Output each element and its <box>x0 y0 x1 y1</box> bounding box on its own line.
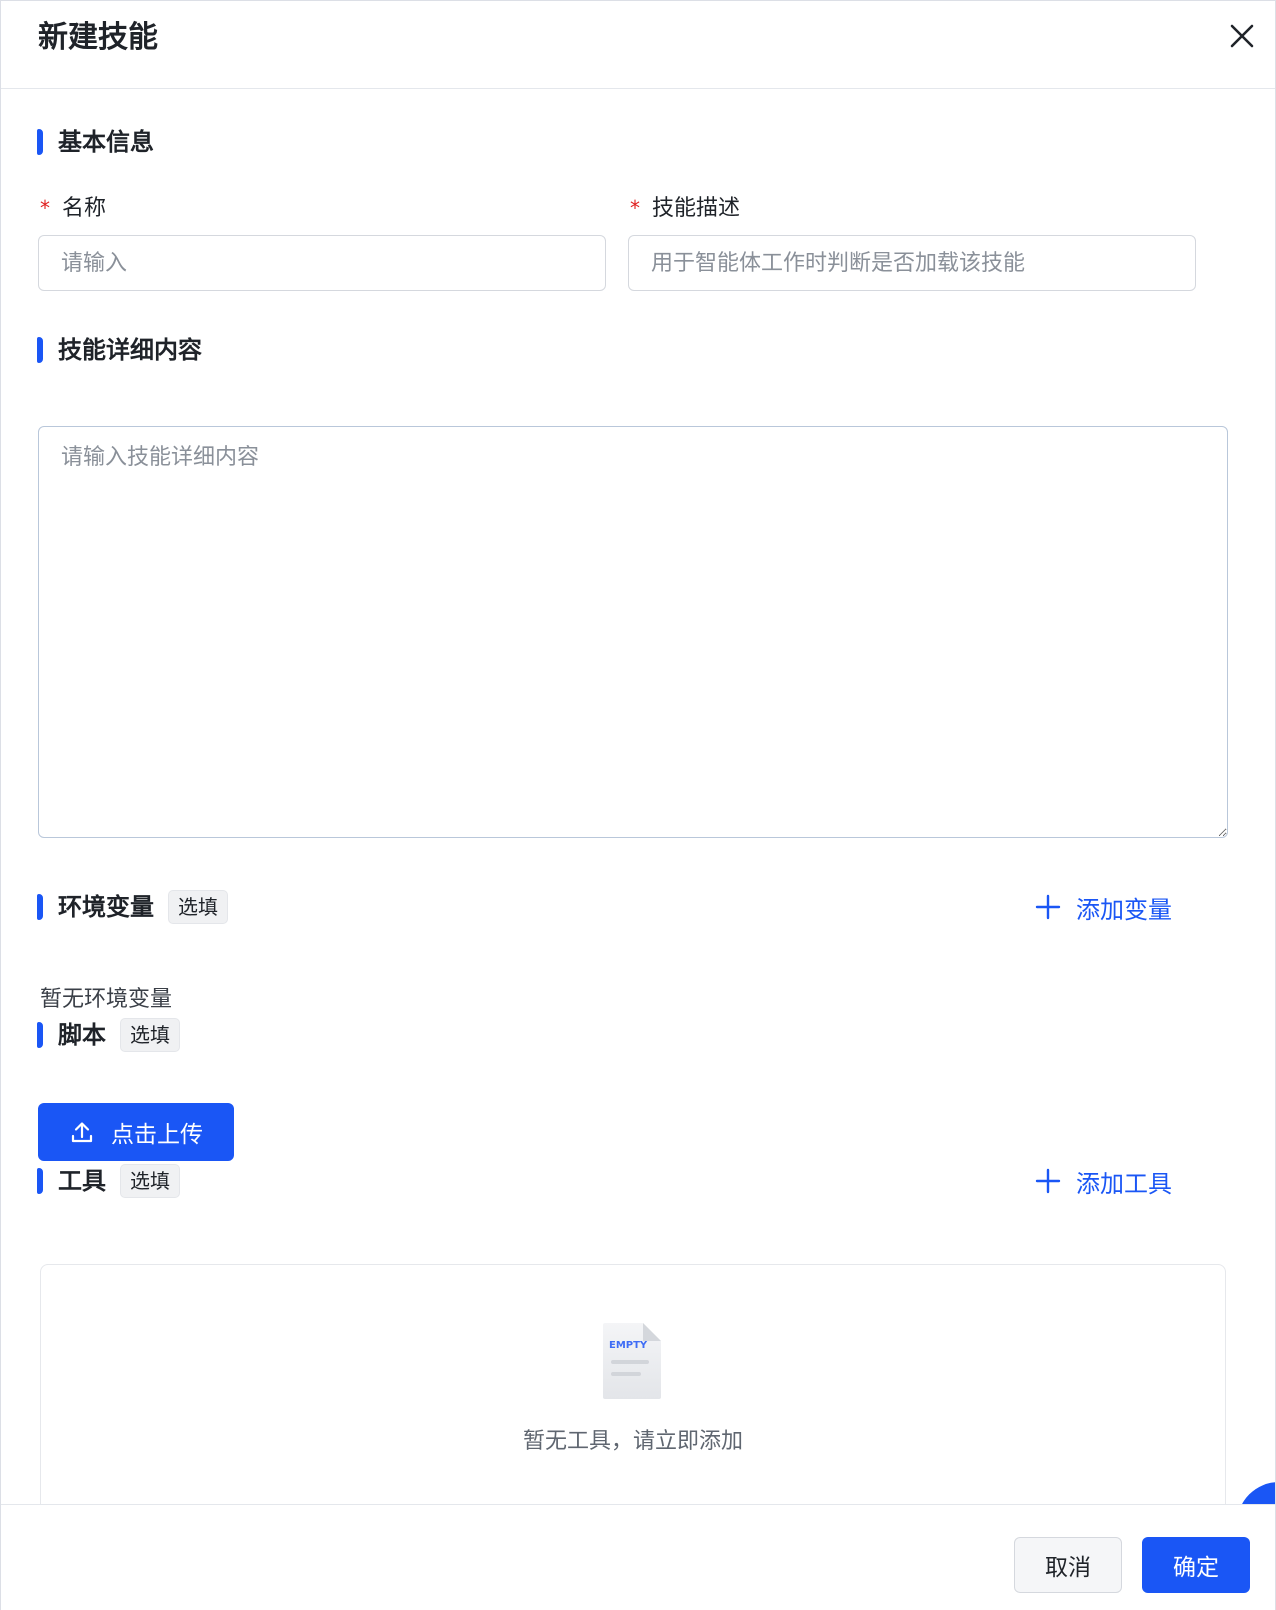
optional-tag: 选填 <box>120 1164 180 1198</box>
close-icon <box>1230 24 1254 48</box>
section-title-tools: 工具 <box>58 1167 106 1195</box>
upload-icon <box>71 1122 93 1143</box>
tools-empty-text: 暂无工具，请立即添加 <box>522 1429 743 1454</box>
detail-textarea[interactable] <box>38 426 1228 838</box>
description-label: * 技能描述 <box>630 193 740 224</box>
section-marker <box>37 1022 43 1048</box>
description-label-text: 技能描述 <box>652 196 741 221</box>
plus-icon <box>1035 1168 1061 1194</box>
optional-tag: 选填 <box>120 1018 180 1052</box>
svg-text:EMPTY: EMPTY <box>609 1340 648 1351</box>
optional-tag: 选填 <box>168 890 228 924</box>
required-mark: * <box>630 196 640 220</box>
name-input[interactable] <box>38 235 606 291</box>
section-marker <box>37 1168 43 1194</box>
add-tool-label: 添加工具 <box>1076 1169 1172 1198</box>
section-marker <box>37 894 43 920</box>
close-button[interactable] <box>1224 18 1260 54</box>
section-env-vars: 环境变量 选填 <box>37 890 228 924</box>
section-detail: 技能详细内容 <box>37 334 202 366</box>
dialog-footer: 取消 确定 <box>1 1504 1275 1610</box>
dialog-title: 新建技能 <box>38 20 158 55</box>
confirm-button[interactable]: 确定 <box>1142 1537 1250 1593</box>
section-title-detail: 技能详细内容 <box>58 336 202 364</box>
section-title-basic-info: 基本信息 <box>58 128 154 156</box>
cancel-button[interactable]: 取消 <box>1014 1537 1122 1593</box>
empty-document-icon: EMPTY <box>603 1323 661 1399</box>
section-title-env-vars: 环境变量 <box>58 893 154 921</box>
plus-icon <box>1035 894 1061 920</box>
new-skill-dialog: 新建技能 基本信息 *名称 *技能描述 技能详细内容 环境 <box>0 0 1276 1610</box>
upload-label: 点击上传 <box>111 1122 203 1148</box>
section-marker <box>37 337 43 363</box>
section-tools: 工具 选填 <box>37 1164 180 1198</box>
dialog-body[interactable]: 基本信息 *名称 *技能描述 技能详细内容 环境变量 选填 添加变量 暂无环境 <box>1 90 1275 1504</box>
upload-button[interactable]: 点击上传 <box>38 1103 234 1161</box>
description-input[interactable] <box>628 235 1196 291</box>
name-label-text: 名称 <box>62 196 107 221</box>
add-variable-button[interactable]: 添加变量 <box>1034 891 1172 924</box>
required-mark: * <box>40 196 50 220</box>
section-basic-info: 基本信息 <box>37 126 154 158</box>
env-vars-empty-text: 暂无环境变量 <box>40 987 173 1012</box>
side-panel-toggle[interactable] <box>1237 1482 1275 1504</box>
dialog-header: 新建技能 <box>1 1 1275 89</box>
section-marker <box>37 129 43 155</box>
name-label: * 名称 <box>40 193 106 224</box>
tools-empty-panel: EMPTY 暂无工具，请立即添加 <box>40 1264 1226 1504</box>
add-tool-button[interactable]: 添加工具 <box>1034 1165 1172 1198</box>
section-script: 脚本 选填 <box>37 1018 180 1052</box>
add-variable-label: 添加变量 <box>1076 895 1172 924</box>
section-title-script: 脚本 <box>58 1021 106 1049</box>
